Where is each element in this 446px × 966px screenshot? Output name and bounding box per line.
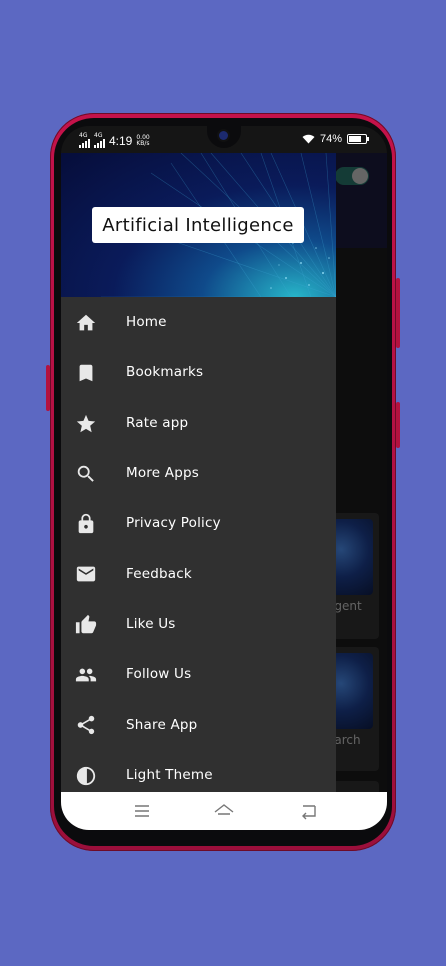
menu-item-label: Bookmarks — [126, 364, 204, 381]
share-icon — [75, 714, 97, 736]
menu-item-label: Feedback — [126, 565, 192, 582]
star-icon — [75, 413, 97, 435]
lock-icon — [75, 513, 97, 535]
app-title: Artificial Intelligence — [92, 207, 304, 243]
menu-item-like-us[interactable]: Like Us — [61, 599, 336, 649]
signal-icon — [94, 139, 105, 148]
drawer-header: Artificial Intelligence — [61, 153, 336, 297]
menu-item-home[interactable]: Home — [61, 297, 336, 347]
volume-button — [46, 365, 50, 411]
menu-item-label: Rate app — [126, 414, 189, 431]
search-icon — [75, 463, 97, 485]
phone-screen: agent earch 4G 4G 4:19 0.00 KB/s 74% Art… — [61, 126, 387, 830]
back-icon[interactable] — [298, 801, 320, 821]
menu-item-label: Share App — [126, 716, 198, 733]
menu-item-more-apps[interactable]: More Apps — [61, 448, 336, 498]
network-speed: 0.00 KB/s — [136, 133, 150, 147]
battery-icon — [347, 134, 369, 144]
menu-item-label: Home — [126, 314, 167, 331]
front-camera — [219, 131, 228, 140]
menu-item-label: Privacy Policy — [126, 515, 221, 532]
menu-item-label: Light Theme — [126, 766, 213, 783]
thumb-up-icon — [75, 614, 97, 636]
battery-percentage: 74% — [319, 133, 342, 145]
menu-icon[interactable] — [131, 801, 153, 821]
clock: 4:19 — [109, 133, 133, 148]
menu-item-privacy-policy[interactable]: Privacy Policy — [61, 498, 336, 548]
system-navigation-bar — [61, 792, 387, 830]
home-icon — [75, 312, 97, 334]
menu-item-follow-us[interactable]: Follow Us — [61, 649, 336, 699]
menu-item-label: More Apps — [126, 465, 199, 482]
menu-item-label: Like Us — [126, 615, 176, 632]
navigation-drawer: Artificial Intelligence Home Bookmarks R… — [61, 153, 336, 793]
signal-icon — [79, 139, 90, 148]
menu-item-share-app[interactable]: Share App — [61, 699, 336, 749]
menu-item-label: Follow Us — [126, 666, 192, 683]
menu-item-rate-app[interactable]: Rate app — [61, 398, 336, 448]
home-nav-icon[interactable] — [213, 801, 235, 821]
wifi-icon — [302, 134, 315, 144]
people-icon — [75, 664, 97, 686]
menu-item-bookmarks[interactable]: Bookmarks — [61, 347, 336, 397]
contrast-icon — [75, 765, 97, 787]
power-button-bottom — [396, 402, 400, 448]
menu-item-feedback[interactable]: Feedback — [61, 548, 336, 598]
drawer-menu: Home Bookmarks Rate app More Apps Privac… — [61, 297, 336, 800]
mail-icon — [75, 563, 97, 585]
power-button-top — [396, 278, 400, 348]
bookmark-icon — [75, 362, 97, 384]
